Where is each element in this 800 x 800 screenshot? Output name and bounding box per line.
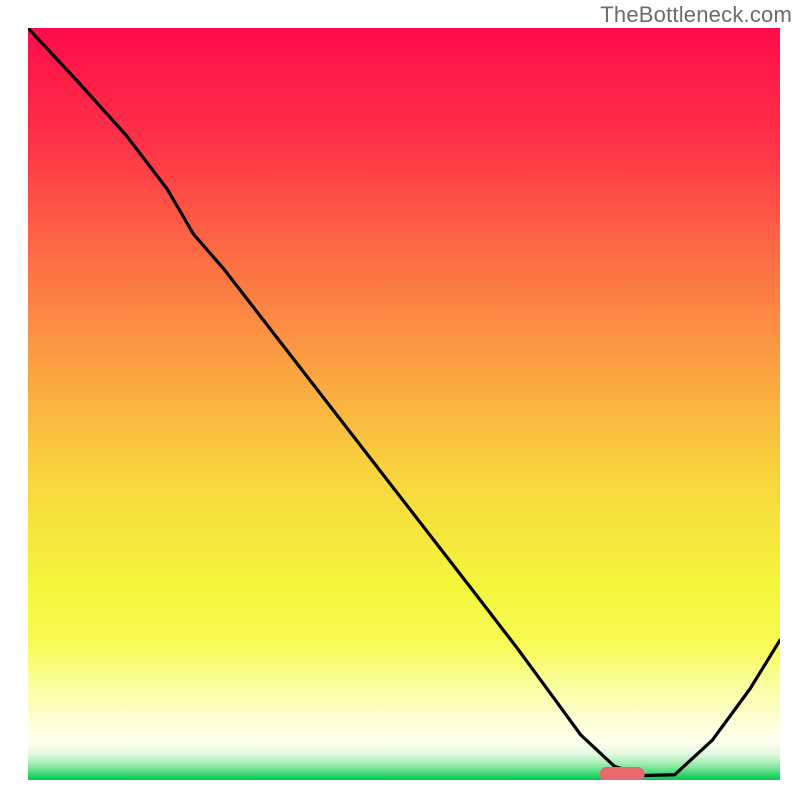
bottleneck-chart-svg — [28, 28, 780, 780]
optimal-marker — [600, 767, 645, 780]
watermark-text: TheBottleneck.com — [600, 2, 792, 28]
gradient-background — [28, 28, 780, 780]
chart-root: TheBottleneck.com — [0, 0, 800, 800]
plot-area — [28, 28, 780, 780]
